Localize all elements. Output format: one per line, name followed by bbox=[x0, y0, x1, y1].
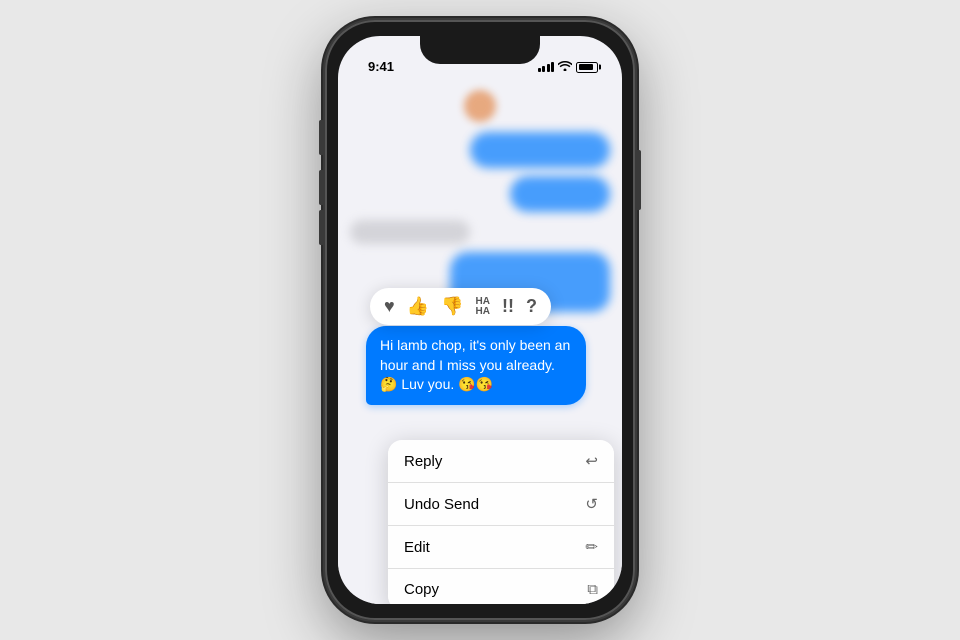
contact-header bbox=[350, 90, 610, 122]
message-bubble: Hi lamb chop, it's only been an hour and… bbox=[366, 326, 586, 405]
messages-content: ♥ 👍 👎 HAHA !! ? Hi lamb chop, it's only … bbox=[338, 80, 622, 604]
edit-label: Edit bbox=[404, 539, 430, 556]
messages-blur-area: ♥ 👍 👎 HAHA !! ? Hi lamb chop, it's only … bbox=[338, 80, 622, 604]
notch bbox=[420, 36, 540, 64]
heart-reaction[interactable]: ♥ bbox=[384, 296, 395, 317]
status-time: 9:41 bbox=[368, 59, 394, 74]
reply-menu-item[interactable]: Reply ↩ bbox=[388, 440, 614, 483]
message-text: Hi lamb chop, it's only been an hour and… bbox=[380, 337, 570, 392]
battery-icon bbox=[576, 62, 598, 73]
thumbsdown-reaction[interactable]: 👎 bbox=[441, 296, 463, 317]
phone-screen: 9:41 bbox=[338, 36, 622, 604]
reply-icon: ↩ bbox=[585, 452, 598, 470]
signal-bars-icon bbox=[538, 62, 555, 72]
undo-send-menu-item[interactable]: Undo Send ↺ bbox=[388, 483, 614, 526]
question-reaction[interactable]: ? bbox=[526, 296, 537, 317]
copy-icon: ⧉ bbox=[587, 581, 598, 598]
blurred-message-3 bbox=[350, 220, 610, 244]
thumbsup-reaction[interactable]: 👍 bbox=[407, 296, 429, 317]
status-icons bbox=[538, 60, 599, 74]
scene: 9:41 bbox=[0, 0, 960, 640]
reaction-bar: ♥ 👍 👎 HAHA !! ? bbox=[370, 288, 551, 325]
blurred-message-2 bbox=[350, 176, 610, 212]
reply-label: Reply bbox=[404, 453, 442, 470]
blurred-message-1 bbox=[350, 132, 610, 168]
exclamation-reaction[interactable]: !! bbox=[502, 296, 514, 317]
avatar bbox=[464, 90, 496, 122]
edit-menu-item[interactable]: Edit ✏ bbox=[388, 526, 614, 569]
context-menu: Reply ↩ Undo Send ↺ Edit ✏ Copy bbox=[388, 440, 614, 604]
copy-label: Copy bbox=[404, 581, 439, 598]
active-message-area: Hi lamb chop, it's only been an hour and… bbox=[366, 326, 610, 405]
edit-icon: ✏ bbox=[585, 538, 598, 556]
copy-menu-item[interactable]: Copy ⧉ bbox=[388, 569, 614, 604]
undo-send-label: Undo Send bbox=[404, 496, 479, 513]
undo-send-icon: ↺ bbox=[585, 495, 598, 513]
phone-frame: 9:41 bbox=[325, 20, 635, 620]
wifi-icon bbox=[558, 60, 572, 74]
haha-reaction[interactable]: HAHA bbox=[476, 297, 490, 317]
